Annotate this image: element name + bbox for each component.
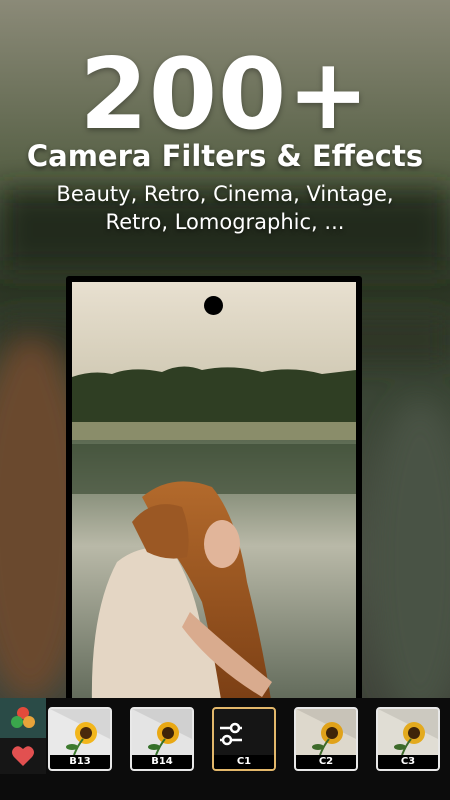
heart-icon xyxy=(12,746,34,766)
promo-headline: 200+ xyxy=(79,38,371,152)
promo-description-line1: Beauty, Retro, Cinema, Vintage, xyxy=(56,182,394,206)
promo-description-line2: Retro, Lomographic, ... xyxy=(105,210,345,234)
filter-thumb-c2[interactable]: C2 xyxy=(294,707,358,771)
filter-thumb-b14[interactable]: B14 xyxy=(130,707,194,771)
filter-thumb-b13[interactable]: B13 xyxy=(48,707,112,771)
color-circles-icon xyxy=(11,707,35,728)
filter-thumb-c1[interactable]: C1 xyxy=(212,707,276,771)
sunflower-thumbnail xyxy=(378,709,438,755)
promo-description: Beauty, Retro, Cinema, Vintage, Retro, L… xyxy=(0,180,450,236)
color-circles-button[interactable] xyxy=(0,698,46,738)
sunflower-thumbnail xyxy=(50,709,110,755)
filter-label: C1 xyxy=(214,755,274,769)
sunflower-thumbnail xyxy=(296,709,356,755)
promo-subheadline: Camera Filters & Effects xyxy=(26,139,424,173)
filter-label: B14 xyxy=(132,755,192,769)
filter-label: C3 xyxy=(378,755,438,769)
phone-mockup xyxy=(66,276,362,706)
sunflower-thumbnail xyxy=(132,709,192,755)
favorites-button[interactable] xyxy=(0,738,46,774)
filter-thumb-c3[interactable]: C3 xyxy=(376,707,440,771)
camera-preview-photo xyxy=(72,282,356,706)
filter-label: C2 xyxy=(296,755,356,769)
camera-hole-icon xyxy=(204,296,223,315)
side-panel xyxy=(0,698,46,800)
filter-label: B13 xyxy=(50,755,110,769)
